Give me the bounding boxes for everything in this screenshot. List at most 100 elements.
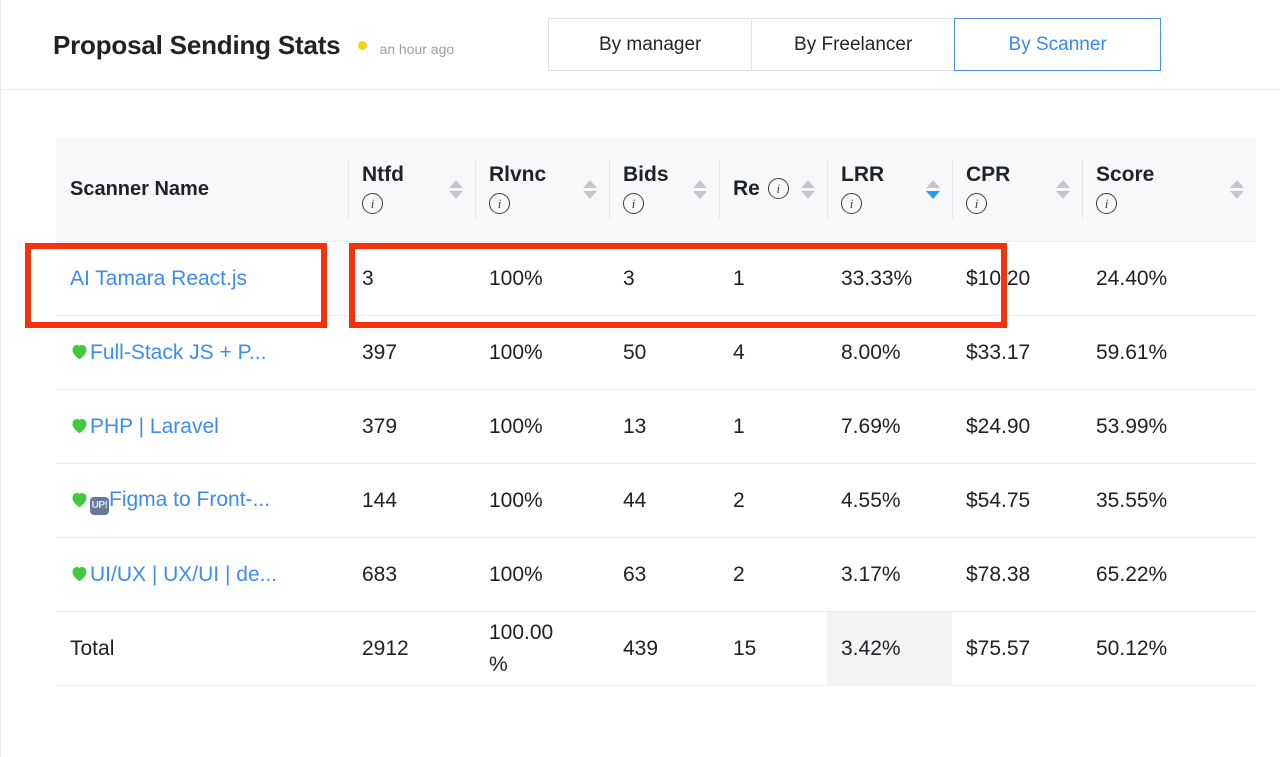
cell-score: 59.61% — [1082, 315, 1256, 390]
column-label-re: Re — [733, 176, 760, 200]
info-icon-rlvnc[interactable]: i — [489, 192, 510, 214]
tab-by-manager[interactable]: By manager — [548, 18, 752, 71]
caret-down-icon — [926, 190, 940, 199]
column-label-cpr: CPR — [966, 163, 1011, 187]
cell-lrr: 4.55% — [827, 463, 952, 538]
card-header: Proposal Sending Stats an hour ago By ma… — [1, 0, 1280, 90]
cell-cpr: $24.90 — [952, 389, 1082, 464]
tab-by-scanner[interactable]: By Scanner — [954, 18, 1162, 71]
column-label-ntfd: Ntfd — [362, 163, 404, 187]
cell-lrr: 7.69% — [827, 389, 952, 464]
caret-down-icon — [693, 190, 707, 199]
sort-toggle-rlvnc[interactable] — [583, 179, 597, 199]
caret-up-icon — [583, 179, 597, 188]
info-icon-ntfd[interactable]: i — [362, 192, 383, 214]
cell-scanner-name: UP!Figma to Front-... — [56, 463, 348, 538]
caret-up-icon — [926, 179, 940, 188]
cell-bids: 3 — [609, 241, 719, 316]
caret-up-icon — [1056, 179, 1070, 188]
cell-total-rlvnc: 100.00 % — [475, 611, 609, 686]
column-header-scanner-name: Scanner Name — [56, 137, 348, 242]
sort-toggle-cpr[interactable] — [1056, 179, 1070, 199]
cell-cpr: $78.38 — [952, 537, 1082, 612]
sort-toggle-re[interactable] — [801, 179, 815, 199]
sort-toggle-lrr[interactable] — [926, 179, 940, 199]
scanner-name-link[interactable]: Full-Stack JS + P... — [90, 341, 266, 365]
cell-total-bids: 439 — [609, 611, 719, 686]
cell-rlvnc: 100% — [475, 241, 609, 316]
column-header-score[interactable]: Score i — [1082, 137, 1256, 242]
cell-scanner-name: UI/UX | UX/UI | de... — [56, 537, 348, 612]
cell-ntfd: 144 — [348, 463, 475, 538]
scanner-name-link[interactable]: PHP | Laravel — [90, 415, 219, 439]
info-icon-cpr[interactable]: i — [966, 192, 987, 214]
scanner-name-link[interactable]: AI Tamara React.js — [70, 267, 308, 291]
column-label-scanner-name: Scanner Name — [70, 177, 209, 200]
status-dot-icon — [358, 40, 368, 50]
header-row: Scanner Name Ntfd i Rlvnc i Bids i Re i … — [56, 137, 1256, 242]
column-label-score: Score — [1096, 163, 1155, 187]
table-row[interactable]: Full-Stack JS + P... 397 100% 50 4 8.00%… — [56, 315, 1256, 390]
cell-ntfd: 3 — [348, 241, 475, 316]
column-header-ntfd[interactable]: Ntfd i — [348, 137, 475, 242]
info-icon-score[interactable]: i — [1096, 192, 1117, 214]
cell-re: 1 — [719, 241, 827, 316]
green-heart-icon — [70, 343, 89, 360]
caret-up-icon — [449, 179, 463, 188]
last-updated-timestamp: an hour ago — [379, 40, 455, 57]
cell-score: 53.99% — [1082, 389, 1256, 464]
cell-scanner-name: Full-Stack JS + P... — [56, 315, 348, 390]
cell-total-score: 50.12% — [1082, 611, 1256, 686]
cell-ntfd: 397 — [348, 315, 475, 390]
cell-scanner-name: AI Tamara React.js — [56, 241, 348, 316]
tab-by-freelancer[interactable]: By Freelancer — [751, 18, 955, 71]
sort-toggle-score[interactable] — [1230, 179, 1244, 199]
page-title: Proposal Sending Stats — [53, 29, 341, 60]
cell-total-ntfd: 2912 — [348, 611, 475, 686]
scanner-name-link[interactable]: Figma to Front-... — [109, 488, 270, 512]
cell-scanner-name: PHP | Laravel — [56, 389, 348, 464]
cell-re: 2 — [719, 537, 827, 612]
cell-total-re: 15 — [719, 611, 827, 686]
cell-bids: 50 — [609, 315, 719, 390]
scanner-name-link[interactable]: UI/UX | UX/UI | de... — [90, 563, 277, 587]
table-body: AI Tamara React.js 3 100% 3 1 33.33% $10… — [56, 241, 1256, 686]
caret-up-icon — [801, 179, 815, 188]
cell-rlvnc: 100% — [475, 463, 609, 538]
info-icon-lrr[interactable]: i — [841, 192, 862, 214]
cell-total-cpr: $75.57 — [952, 611, 1082, 686]
cell-score: 24.40% — [1082, 241, 1256, 316]
cell-ntfd: 683 — [348, 537, 475, 612]
caret-down-icon — [449, 190, 463, 199]
cell-re: 2 — [719, 463, 827, 538]
cell-score: 65.22% — [1082, 537, 1256, 612]
green-heart-icon — [70, 491, 89, 508]
column-label-rlvnc: Rlvnc — [489, 163, 547, 187]
info-icon-re[interactable]: i — [767, 178, 789, 200]
info-icon-bids[interactable]: i — [623, 192, 644, 214]
table-row[interactable]: PHP | Laravel 379 100% 13 1 7.69% $24.90… — [56, 389, 1256, 464]
column-header-cpr[interactable]: CPR i — [952, 137, 1082, 242]
cell-ntfd: 379 — [348, 389, 475, 464]
table-row[interactable]: UI/UX | UX/UI | de... 683 100% 63 2 3.17… — [56, 537, 1256, 612]
cell-bids: 63 — [609, 537, 719, 612]
cell-bids: 13 — [609, 389, 719, 464]
green-heart-icon — [70, 565, 89, 582]
column-header-lrr[interactable]: LRR i — [827, 137, 952, 242]
sort-toggle-bids[interactable] — [693, 179, 707, 199]
column-header-bids[interactable]: Bids i — [609, 137, 719, 242]
table-row[interactable]: UP!Figma to Front-... 144 100% 44 2 4.55… — [56, 463, 1256, 538]
column-header-re[interactable]: Re i — [719, 137, 827, 242]
total-rlvnc-value: 100.00 % — [489, 621, 554, 676]
cell-rlvnc: 100% — [475, 537, 609, 612]
sort-toggle-ntfd[interactable] — [449, 179, 463, 199]
table-row[interactable]: AI Tamara React.js 3 100% 3 1 33.33% $10… — [56, 241, 1256, 316]
cell-score: 35.55% — [1082, 463, 1256, 538]
column-header-rlvnc[interactable]: Rlvnc i — [475, 137, 609, 242]
stats-page: Proposal Sending Stats an hour ago By ma… — [0, 0, 1280, 757]
table-head: Scanner Name Ntfd i Rlvnc i Bids i Re i … — [56, 137, 1256, 242]
cell-cpr: $54.75 — [952, 463, 1082, 538]
scanner-stats-table: Scanner Name Ntfd i Rlvnc i Bids i Re i … — [56, 137, 1256, 686]
up-badge-icon: UP! — [90, 497, 109, 515]
caret-down-icon — [1056, 190, 1070, 199]
